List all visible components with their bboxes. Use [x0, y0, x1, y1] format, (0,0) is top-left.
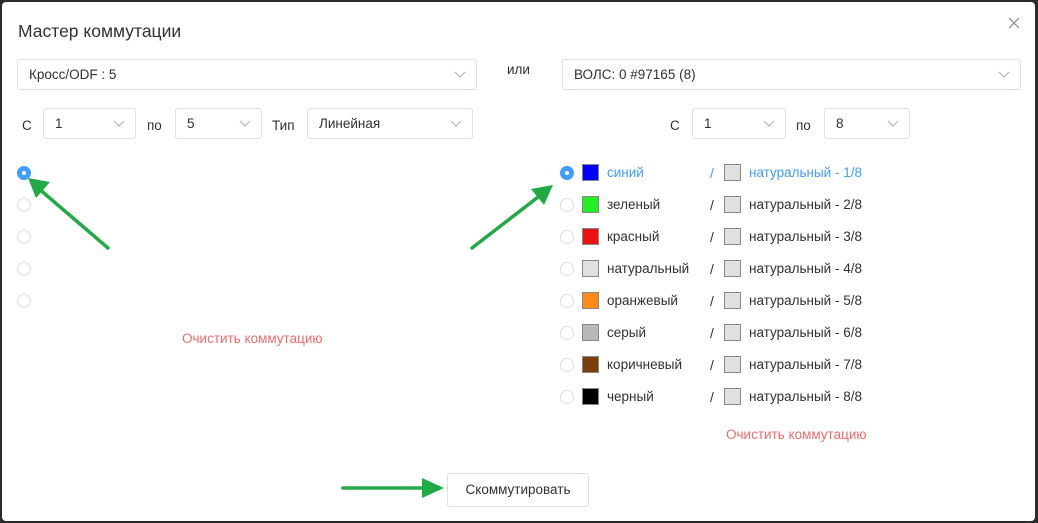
right-to-label: по	[796, 118, 811, 133]
port-radio[interactable]	[17, 198, 31, 212]
fiber-separator: /	[710, 325, 714, 341]
fiber-color-swatch	[582, 324, 599, 341]
tube-color-swatch	[724, 260, 741, 277]
fiber-color-name: оранжевый	[607, 293, 678, 308]
dialog-title: Мастер коммутации	[18, 21, 182, 41]
right-from-value: 1	[704, 116, 712, 131]
fiber-color-name: красный	[607, 229, 660, 244]
right-to-select[interactable]: 8	[824, 108, 910, 139]
annotation-arrow-icon	[470, 185, 553, 250]
fiber-color-name: натуральный	[607, 261, 690, 276]
device-select-value: Кросс/ODF : 5	[29, 67, 117, 82]
chevron-down-icon	[887, 120, 899, 127]
fiber-separator: /	[710, 229, 714, 245]
fiber-color-swatch	[582, 292, 599, 309]
tube-label: натуральный - 2/8	[749, 197, 862, 212]
right-from-label: С	[670, 118, 680, 133]
port-radio[interactable]	[17, 230, 31, 244]
tube-color-swatch	[724, 324, 741, 341]
tube-label: натуральный - 8/8	[749, 389, 862, 404]
fiber-separator: /	[710, 389, 714, 405]
type-label: Тип	[272, 118, 295, 133]
chevron-down-icon	[998, 71, 1010, 78]
tube-color-swatch	[724, 292, 741, 309]
right-to-value: 8	[836, 116, 844, 131]
left-to-label: по	[147, 118, 162, 133]
fiber-radio[interactable]	[560, 358, 574, 372]
fiber-color-name: коричневый	[607, 357, 683, 372]
cable-select-value: ВОЛС: 0 #97165 (8)	[574, 67, 696, 82]
fiber-separator: /	[710, 293, 714, 309]
type-value: Линейная	[319, 116, 381, 131]
fiber-color-swatch	[582, 260, 599, 277]
left-to-value: 5	[187, 116, 195, 131]
fiber-color-name: зеленый	[607, 197, 661, 212]
tube-color-swatch	[724, 196, 741, 213]
port-radio[interactable]	[17, 262, 31, 276]
clear-left-commutation-link[interactable]: Очистить коммутацию	[182, 331, 322, 346]
device-select[interactable]: Кросс/ODF : 5	[17, 59, 477, 90]
port-radio[interactable]	[17, 166, 31, 180]
close-icon[interactable]	[1006, 15, 1022, 31]
commutation-dialog: Мастер коммутации Кросс/ODF : 5 или ВОЛС…	[2, 2, 1035, 521]
left-from-label: С	[22, 118, 32, 133]
tube-label: натуральный - 6/8	[749, 325, 862, 340]
tube-color-swatch	[724, 228, 741, 245]
fiber-radio[interactable]	[560, 166, 574, 180]
chevron-down-icon	[454, 71, 466, 78]
annotation-arrow-icon	[341, 478, 444, 498]
tube-label: натуральный - 1/8	[749, 165, 862, 180]
left-from-select[interactable]: 1	[43, 108, 136, 139]
or-label: или	[507, 62, 530, 77]
fiber-radio[interactable]	[560, 326, 574, 340]
chevron-down-icon	[239, 120, 251, 127]
commutate-button[interactable]: Скоммутировать	[447, 473, 589, 507]
fiber-radio[interactable]	[560, 294, 574, 308]
tube-color-swatch	[724, 164, 741, 181]
fiber-color-swatch	[582, 196, 599, 213]
fiber-color-name: черный	[607, 389, 654, 404]
tube-label: натуральный - 3/8	[749, 229, 862, 244]
chevron-down-icon	[113, 120, 125, 127]
right-from-select[interactable]: 1	[692, 108, 786, 139]
tube-color-swatch	[724, 356, 741, 373]
fiber-separator: /	[710, 165, 714, 181]
left-from-value: 1	[55, 116, 63, 131]
chevron-down-icon	[763, 120, 775, 127]
left-to-select[interactable]: 5	[175, 108, 262, 139]
chevron-down-icon	[450, 120, 462, 127]
fiber-color-swatch	[582, 388, 599, 405]
fiber-separator: /	[710, 197, 714, 213]
fiber-color-swatch	[582, 164, 599, 181]
fiber-radio[interactable]	[560, 390, 574, 404]
tube-label: натуральный - 4/8	[749, 261, 862, 276]
cable-select[interactable]: ВОЛС: 0 #97165 (8)	[562, 59, 1021, 90]
fiber-color-name: синий	[607, 165, 644, 180]
fiber-radio[interactable]	[560, 262, 574, 276]
port-radio[interactable]	[17, 294, 31, 308]
tube-label: натуральный - 5/8	[749, 293, 862, 308]
tube-color-swatch	[724, 388, 741, 405]
tube-label: натуральный - 7/8	[749, 357, 862, 372]
fiber-color-name: серый	[607, 325, 647, 340]
fiber-separator: /	[710, 357, 714, 373]
clear-right-commutation-link[interactable]: Очистить коммутацию	[726, 427, 866, 442]
fiber-separator: /	[710, 261, 714, 277]
annotation-arrow-icon	[28, 178, 110, 250]
fiber-radio[interactable]	[560, 198, 574, 212]
type-select[interactable]: Линейная	[307, 108, 473, 139]
fiber-color-swatch	[582, 356, 599, 373]
fiber-radio[interactable]	[560, 230, 574, 244]
fiber-color-swatch	[582, 228, 599, 245]
